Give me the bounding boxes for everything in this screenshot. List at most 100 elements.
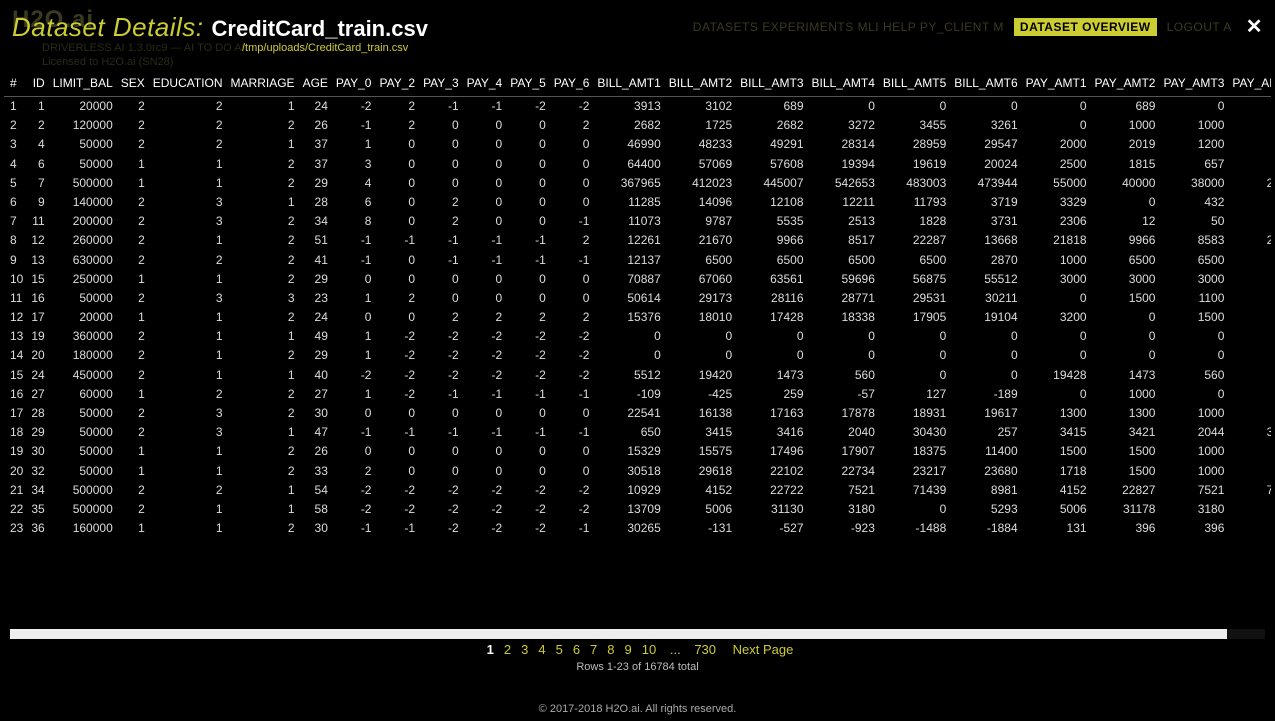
col-header[interactable]: PAY_4 (463, 72, 507, 97)
col-header[interactable]: EDUCATION (149, 72, 227, 97)
cell: -2 (375, 346, 419, 365)
nav-item[interactable]: EXPERIMENTS (762, 20, 854, 34)
nav-item[interactable]: M (993, 20, 1004, 34)
cell: -425 (665, 385, 736, 404)
nav-item[interactable]: DATASETS (693, 20, 759, 34)
cell: 50000 (49, 404, 117, 423)
table-row[interactable]: 233616000011230-1-1-2-2-2-130265-131-527… (4, 519, 1271, 538)
table-row[interactable]: 1015250000112290000007088767060635615969… (4, 270, 1271, 289)
cell: 0 (550, 193, 594, 212)
pager-page[interactable]: 4 (538, 642, 545, 657)
table-row[interactable]: 3450000221371000004699048233492912831428… (4, 135, 1271, 154)
col-header[interactable]: BILL_AMT3 (736, 72, 807, 97)
col-header[interactable]: BILL_AMT4 (808, 72, 879, 97)
table-row[interactable]: 1319360000211491-2-2-2-2-2000000000 (4, 327, 1271, 346)
cell: 257 (950, 423, 1021, 442)
table-row[interactable]: 162760000122271-2-1-1-1-1-109-425259-571… (4, 385, 1271, 404)
col-header[interactable]: BILL_AMT1 (593, 72, 664, 97)
table-row[interactable]: 91363000022241-10-1-1-1-1121376500650065… (4, 251, 1271, 270)
cell: -1 (419, 423, 463, 442)
pager-page[interactable]: 6 (573, 642, 580, 657)
table-row[interactable]: 1420180000212291-2-2-2-2-2000000000 (4, 346, 1271, 365)
table-row[interactable]: 112000022124-22-1-1-2-239133102689000068… (4, 97, 1271, 117)
nav-item[interactable]: MLI (858, 20, 880, 34)
cell: 38000 (1159, 174, 1228, 193)
table-row[interactable]: 152445000021140-2-2-2-2-2-25512194201473… (4, 366, 1271, 385)
table-row[interactable]: 213450000022154-2-2-2-2-2-21092941522272… (4, 481, 1271, 500)
col-header[interactable]: PAY_6 (550, 72, 594, 97)
cell: 20000 (49, 308, 117, 327)
pager-page[interactable]: 10 (642, 642, 656, 657)
cell: 70887 (593, 270, 664, 289)
col-header[interactable]: PAY_3 (419, 72, 463, 97)
table-row[interactable]: 1930500001122600000015329155751749617907… (4, 442, 1271, 461)
pager-page[interactable]: 1 (487, 642, 494, 657)
col-header[interactable]: PAY_2 (375, 72, 419, 97)
col-header[interactable]: BILL_AMT5 (879, 72, 950, 97)
cell: -1 (419, 385, 463, 404)
table-row[interactable]: 2212000022226-12000226821725268232723455… (4, 116, 1271, 135)
h-scroll-thumb[interactable] (10, 629, 1227, 639)
cell: 0 (736, 346, 807, 365)
table-row[interactable]: 5750000011229400000367965412023445007542… (4, 174, 1271, 193)
close-icon[interactable]: ✕ (1246, 14, 1263, 39)
pager-last[interactable]: 730 (694, 642, 716, 657)
col-header[interactable]: PAY_5 (506, 72, 550, 97)
col-header[interactable]: AGE (299, 72, 332, 97)
nav-item[interactable]: HELP (883, 20, 916, 34)
col-header[interactable]: LIMIT_BAL (49, 72, 117, 97)
pager-page[interactable]: 9 (625, 642, 632, 657)
cell: 46990 (593, 135, 664, 154)
table-row[interactable]: 6914000023128602000112851409612108122111… (4, 193, 1271, 212)
cell: 432 (1159, 193, 1228, 212)
col-header[interactable]: PAY_AMT (1228, 72, 1271, 97)
cell: 50000 (49, 442, 117, 461)
cell: 8517 (808, 231, 879, 250)
col-header[interactable]: PAY_0 (332, 72, 376, 97)
table-row[interactable]: 2032500001123320000030518296182210222734… (4, 462, 1271, 481)
col-header[interactable]: ID (27, 72, 48, 97)
cell: -1 (419, 231, 463, 250)
cell: -2 (419, 346, 463, 365)
col-header[interactable]: SEX (117, 72, 149, 97)
cell: 23217 (879, 462, 950, 481)
cell: 2 (117, 193, 149, 212)
nav-active[interactable]: DATASET OVERVIEW (1014, 18, 1157, 36)
table-row[interactable]: 1217200001122400222215376180101742818338… (4, 308, 1271, 327)
table-row[interactable]: 81226000021251-1-1-1-1-12122612167099668… (4, 231, 1271, 250)
cell: 10 (1228, 442, 1271, 461)
pager-next[interactable]: Next Page (733, 642, 794, 657)
nav-item[interactable]: PY_CLIENT (920, 20, 990, 34)
cell: 450000 (49, 366, 117, 385)
pager-page[interactable]: 7 (590, 642, 597, 657)
pager-page[interactable]: 3 (521, 642, 528, 657)
table-row[interactable]: 4650000112373000006440057069576081939419… (4, 155, 1271, 174)
table-row[interactable]: 1116500002332312000050614291732811628771… (4, 289, 1271, 308)
cell: 12 (1228, 289, 1271, 308)
cell: 2500 (1022, 155, 1091, 174)
cell: 22541 (593, 404, 664, 423)
pager-page[interactable]: 5 (556, 642, 563, 657)
col-header[interactable]: PAY_AMT2 (1091, 72, 1160, 97)
col-header[interactable]: PAY_AMT3 (1159, 72, 1228, 97)
col-header[interactable]: MARRIAGE (227, 72, 299, 97)
col-header[interactable]: PAY_AMT1 (1022, 72, 1091, 97)
col-header[interactable]: # (4, 72, 27, 97)
cell: 412023 (665, 174, 736, 193)
col-header[interactable]: BILL_AMT6 (950, 72, 1021, 97)
table-row[interactable]: 18295000023147-1-1-1-1-1-165034153416204… (4, 423, 1271, 442)
table-row[interactable]: 7112000002323480200-11107397875535251318… (4, 212, 1271, 231)
table-row[interactable]: 1728500002323000000022541161381716317878… (4, 404, 1271, 423)
col-header[interactable]: BILL_AMT2 (665, 72, 736, 97)
cell: 2 (27, 116, 48, 135)
pager-page[interactable]: 2 (504, 642, 511, 657)
cell: 40 (299, 366, 332, 385)
h-scrollbar[interactable] (10, 629, 1265, 639)
nav-logout[interactable]: LOGOUT A (1167, 20, 1232, 34)
pager-page[interactable]: 8 (607, 642, 614, 657)
cell: 50000 (49, 135, 117, 154)
table-row[interactable]: 223550000021158-2-2-2-2-2-21370950063113… (4, 500, 1271, 519)
cell: 483003 (879, 174, 950, 193)
cell: 12137 (593, 251, 664, 270)
cell: 2 (117, 327, 149, 346)
